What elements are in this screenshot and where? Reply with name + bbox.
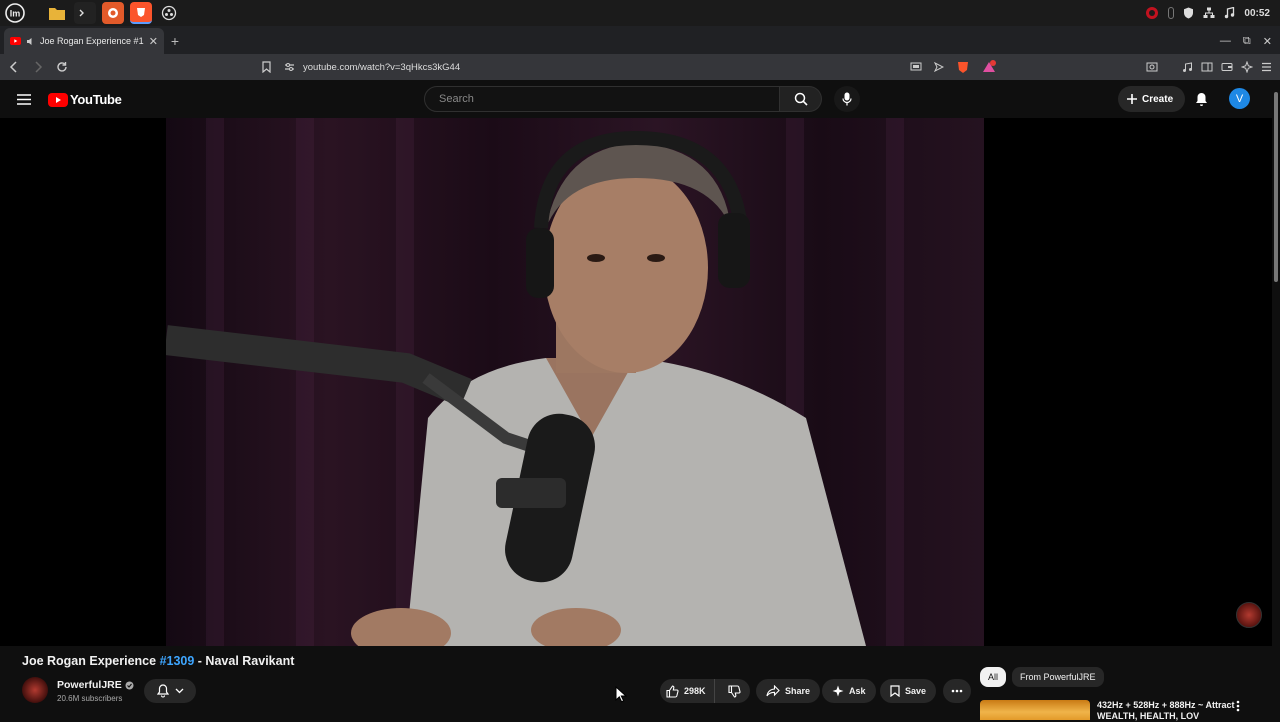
files-app-icon[interactable] [46,2,68,24]
save-button[interactable]: Save [880,679,937,703]
maximize-icon[interactable]: ⧉ [1243,35,1251,48]
voice-search-button[interactable] [834,86,860,112]
like-count: 298K [684,686,706,696]
obs-app-icon[interactable] [158,2,180,24]
channel-avatar[interactable] [22,677,48,703]
brave-app-icon[interactable] [130,2,152,24]
recommendation-menu-icon[interactable] [1236,700,1240,712]
verified-icon [125,681,134,689]
sparkle-icon [832,685,844,697]
tab-title: Joe Rogan Experience #1 [40,36,144,46]
share-label: Share [785,686,811,696]
ask-button[interactable]: Ask [822,679,876,703]
browser-menu-icon[interactable] [1261,62,1272,72]
youtube-favicon-icon [10,37,21,45]
media-icon[interactable] [1182,61,1193,73]
chip-from-channel[interactable]: From PowerfulJRE [1012,667,1104,687]
close-tab-icon[interactable]: ✕ [149,35,158,48]
thumbs-up-icon [666,684,679,698]
search-bar [424,86,822,112]
back-button[interactable] [4,57,24,77]
subscribed-notifications-button[interactable] [144,679,196,703]
site-info-icon[interactable] [284,62,295,72]
svg-text:lm: lm [10,9,21,19]
share-icon [766,685,780,697]
ask-label: Ask [849,686,866,696]
browser-tab-strip: Joe Rogan Experience #1 ✕ + — ⧉ ✕ [0,26,1280,54]
system-clock[interactable]: 00:52 [1244,8,1270,19]
reload-button[interactable] [52,57,72,77]
wallet-icon[interactable] [1221,62,1233,72]
youtube-logo-text: YouTube [70,92,122,107]
subscriber-count: 20.6M subscribers [57,694,123,703]
scrollbar-thumb[interactable] [1274,92,1278,282]
like-dislike-group: 298K [660,679,750,703]
create-button[interactable]: Create [1118,86,1186,112]
browser-tab-active[interactable]: Joe Rogan Experience #1 ✕ [4,28,164,54]
url-text[interactable]: youtube.com/watch?v=3qHkcs3kG44 [303,62,460,73]
channel-watermark-icon[interactable] [1236,602,1262,628]
save-label: Save [905,686,927,696]
search-button[interactable] [780,86,822,112]
os-taskbar: lm 00:52 [0,0,1280,26]
like-button[interactable]: 298K [660,679,715,703]
thumbs-down-icon [728,684,741,698]
video-frame[interactable] [166,118,984,646]
network-tray-icon[interactable] [1203,7,1215,19]
search-icon [794,92,808,106]
mouse-cursor-icon [615,686,627,703]
chip-all[interactable]: All [980,667,1007,687]
video-player[interactable] [0,118,1272,646]
youtube-play-icon [48,92,68,107]
dislike-button[interactable] [720,679,750,703]
send-icon[interactable] [934,62,944,72]
forward-button[interactable] [28,57,48,77]
opera-tray-icon[interactable] [1145,6,1159,20]
hamburger-menu-icon[interactable] [14,89,34,109]
microphone-icon [842,92,852,106]
music-tray-icon[interactable] [1224,7,1235,19]
speaker-icon[interactable] [26,37,35,46]
share-button[interactable]: Share [756,679,821,703]
video-title-suffix: - Naval Ravikant [194,654,295,668]
chevron-down-icon [175,688,183,694]
recommendation-thumbnail[interactable] [980,700,1090,720]
plus-icon [1127,94,1137,104]
terminal-app-icon[interactable] [74,2,96,24]
brave-rewards-icon[interactable] [982,60,996,74]
address-toolbar: youtube.com/watch?v=3qHkcs3kG44 [0,54,1280,80]
create-label: Create [1142,93,1174,105]
video-title-prefix: Joe Rogan Experience [22,654,160,668]
sidebar-icon[interactable] [1201,62,1213,72]
account-avatar[interactable]: V [1229,88,1250,109]
firefox-app-icon[interactable] [102,2,124,24]
video-hashtag-link[interactable]: #1309 [160,654,195,668]
shield-tray-icon[interactable] [1183,7,1194,19]
recommendation-title[interactable]: 432Hz + 528Hz + 888Hz ~ Attract WEALTH, … [1097,700,1237,722]
leo-ai-icon[interactable] [1241,61,1253,73]
cast-icon[interactable] [910,62,922,72]
bell-icon [1195,92,1207,106]
video-scene [166,130,866,646]
more-actions-button[interactable] [943,679,971,703]
youtube-logo[interactable]: YouTube [48,92,122,107]
mint-menu-icon[interactable]: lm [4,2,26,24]
video-title: Joe Rogan Experience #1309 - Naval Ravik… [22,654,294,668]
more-horizontal-icon [951,689,963,693]
toggle-tray-icon[interactable] [1168,7,1175,19]
brave-shields-icon[interactable] [956,60,970,74]
channel-name-link[interactable]: PowerfulJRE [57,679,134,691]
close-window-icon[interactable]: ✕ [1263,35,1272,48]
bookmark-icon [890,685,900,697]
search-input[interactable] [424,86,780,112]
youtube-header: YouTube Create V [0,80,1272,118]
channel-name: PowerfulJRE [57,679,122,691]
bookmark-icon[interactable] [256,57,276,77]
notifications-button[interactable] [1190,88,1212,110]
bell-icon [156,684,169,698]
screenshot-icon[interactable] [1146,62,1158,72]
new-tab-button[interactable]: + [164,28,186,54]
minimize-icon[interactable]: — [1220,35,1231,47]
